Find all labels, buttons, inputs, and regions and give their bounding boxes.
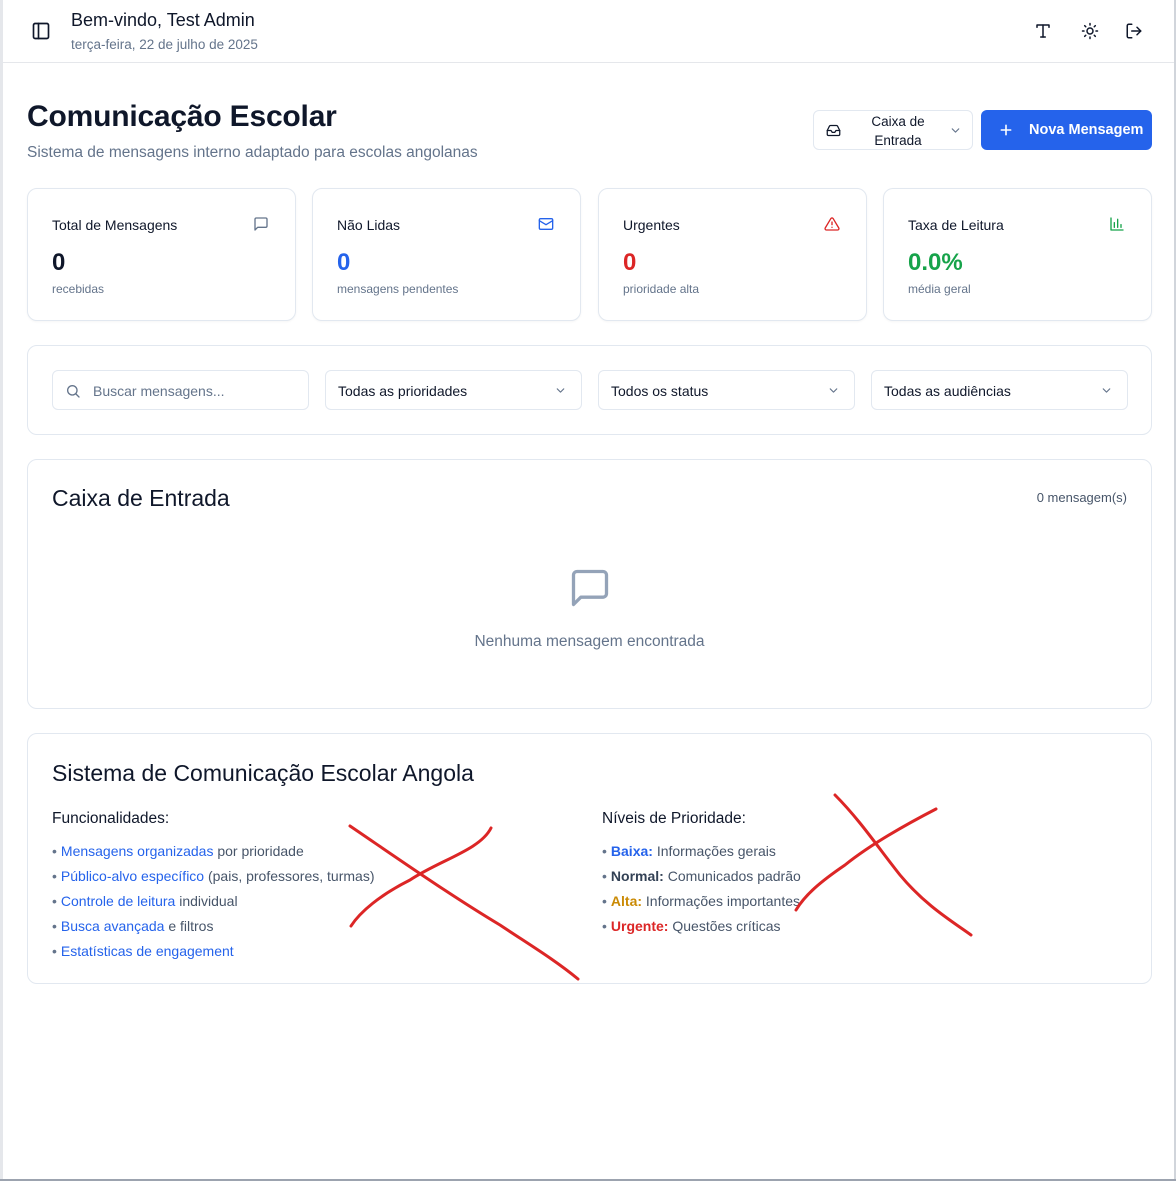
priority-desc: Questões críticas: [668, 918, 781, 934]
status-filter-label: Todos os status: [611, 383, 709, 399]
sidebar-toggle-icon[interactable]: [31, 21, 51, 41]
audience-filter-label: Todas as audiências: [884, 383, 1011, 399]
stat-subtitle: mensagens pendentes: [337, 282, 459, 296]
features-title: Funcionalidades:: [52, 810, 170, 827]
feature-text: por prioridade: [213, 843, 304, 859]
empty-state-text: Nenhuma mensagem encontrada: [474, 633, 705, 650]
folder-select-label: Caixa de Entrada: [871, 114, 925, 148]
priority-label: Alta:: [610, 893, 643, 909]
list-item: • Alta: Informações importantes: [602, 893, 800, 909]
priority-desc: Informações importantes: [642, 893, 800, 909]
list-item: • Mensagens organizadas por prioridade: [52, 843, 304, 859]
mail-icon: [538, 216, 556, 234]
priority-desc: Informações gerais: [652, 843, 776, 859]
stat-value: 0.0%: [908, 249, 963, 276]
info-card: Sistema de Comunicação Escolar Angola Fu…: [27, 733, 1152, 984]
list-item: • Normal: Comunicados padrão: [602, 868, 801, 884]
list-item: • Baixa: Informações gerais: [602, 843, 776, 859]
list-item: • Estatísticas de engagement: [52, 943, 234, 959]
stat-value: 0: [337, 249, 351, 276]
priority-label: Baixa:: [610, 843, 653, 859]
search-input[interactable]: [93, 380, 293, 402]
folder-select[interactable]: Caixa de Entrada: [813, 110, 973, 150]
stat-title: Urgentes: [623, 217, 680, 233]
feature-link[interactable]: Público-alvo específico: [61, 868, 204, 884]
message-count: 0 mensagem(s): [1036, 490, 1127, 505]
stat-title: Taxa de Leitura: [908, 217, 1004, 233]
top-bar: Bem-vindo, Test Admin terça-feira, 22 de…: [3, 0, 1174, 63]
filters-card: Todas as prioridades Todos os status Tod…: [27, 345, 1152, 435]
search-box: [52, 370, 309, 410]
info-title: Sistema de Comunicação Escolar Angola: [52, 760, 474, 786]
current-date: terça-feira, 22 de julho de 2025: [71, 37, 258, 52]
font-size-icon[interactable]: [1032, 20, 1054, 42]
chevron-down-icon: [1100, 384, 1113, 402]
new-message-label: Nova Mensagem: [1029, 122, 1144, 138]
list-item: • Público-alvo específico (pais, professo…: [52, 868, 375, 884]
chevron-down-icon: [949, 124, 962, 142]
priority-desc: Comunicados padrão: [663, 868, 801, 884]
stat-card-unread: Não Lidas 0 mensagens pendentes: [312, 188, 581, 321]
priority-label: Normal:: [610, 868, 664, 884]
plus-icon: [998, 122, 1014, 143]
priorities-title: Níveis de Prioridade:: [602, 810, 746, 827]
stat-card-urgent: Urgentes 0 prioridade alta: [598, 188, 867, 321]
feature-link[interactable]: Controle de leitura: [61, 893, 175, 909]
stat-card-total: Total de Mensagens 0 recebidas: [27, 188, 296, 321]
stat-card-read-rate: Taxa de Leitura 0.0% média geral: [883, 188, 1152, 321]
new-message-button[interactable]: Nova Mensagem: [981, 110, 1152, 150]
features-list: • Mensagens organizadas por prioridade • P…: [52, 839, 374, 964]
list-item: • Busca avançada e filtros: [52, 918, 214, 934]
stat-value: 0: [52, 249, 66, 276]
stat-title: Não Lidas: [337, 217, 401, 233]
priority-filter-label: Todas as prioridades: [338, 383, 468, 399]
chevron-down-icon: [827, 384, 840, 402]
feature-text: individual: [175, 893, 238, 909]
inbox-icon: [826, 123, 841, 143]
list-item: • Urgente: Questões críticas: [602, 918, 781, 934]
page-title: Comunicação Escolar: [27, 100, 337, 133]
stat-title: Total de Mensagens: [52, 217, 178, 233]
priority-filter-select[interactable]: Todas as prioridades: [325, 370, 582, 410]
message-square-icon: [253, 216, 271, 234]
message-square-icon: [568, 566, 612, 615]
feature-text: e filtros: [164, 918, 214, 934]
bar-chart-icon: [1109, 216, 1127, 234]
feature-link[interactable]: Estatísticas de engagement: [61, 943, 234, 959]
priority-label: Urgente:: [610, 918, 669, 934]
status-filter-select[interactable]: Todos os status: [598, 370, 855, 410]
priorities-list: • Baixa: Informações gerais • Normal: Comu…: [602, 839, 801, 939]
list-item: • Controle de leitura individual: [52, 893, 238, 909]
window-left-edge: [0, 0, 3, 1181]
theme-toggle-icon[interactable]: [1079, 20, 1101, 42]
stat-value: 0: [623, 249, 637, 276]
inbox-title: Caixa de Entrada: [52, 485, 230, 511]
page-subtitle: Sistema de mensagens interno adaptado pa…: [27, 144, 478, 161]
features-column: Funcionalidades: • Mensagens organizadas …: [52, 810, 374, 964]
chevron-down-icon: [554, 384, 567, 402]
feature-text: (pais, professores, turmas): [204, 868, 375, 884]
logout-icon[interactable]: [1123, 20, 1145, 42]
priorities-column: Níveis de Prioridade: • Baixa: Informaçõe…: [602, 810, 801, 939]
welcome-text: Bem-vindo, Test Admin: [71, 10, 255, 30]
audience-filter-select[interactable]: Todas as audiências: [871, 370, 1128, 410]
feature-link[interactable]: Mensagens organizadas: [61, 843, 214, 859]
stat-subtitle: média geral: [908, 282, 971, 296]
search-icon: [65, 383, 81, 404]
alert-triangle-icon: [824, 216, 842, 234]
stat-subtitle: prioridade alta: [623, 282, 700, 296]
inbox-card: Caixa de Entrada 0 mensagem(s) Nenhuma m…: [27, 459, 1152, 709]
feature-link[interactable]: Busca avançada: [61, 918, 165, 934]
stat-subtitle: recebidas: [52, 282, 105, 296]
